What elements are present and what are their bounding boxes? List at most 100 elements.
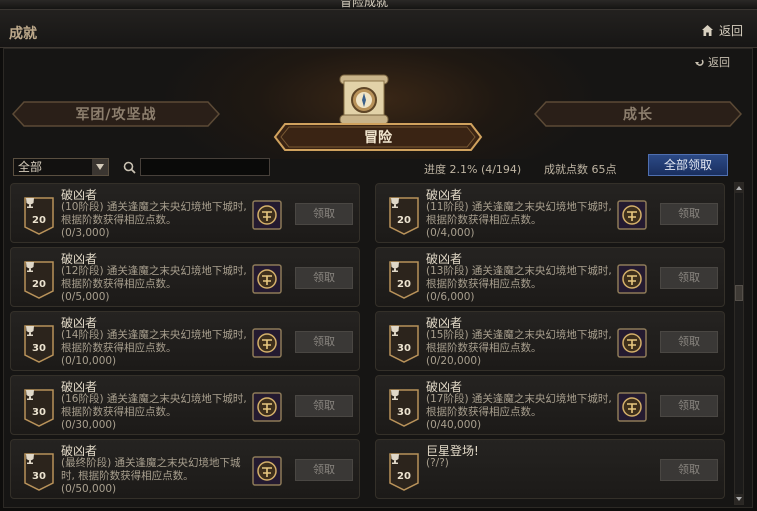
achievement-card: 20 破凶者 (10阶段) 通关逢魔之末央幻境地下城时, 根据阶数获得相应点数。…: [10, 183, 360, 243]
achievement-description: (15阶段) 通关逢魔之末央幻境地下城时, 根据阶数获得相应点数。: [426, 329, 612, 354]
reward-emblem-icon[interactable]: [617, 392, 647, 422]
achievement-description: (16阶段) 通关逢魔之末央幻境地下城时, 根据阶数获得相应点数。: [61, 393, 247, 418]
reward-emblem-icon[interactable]: [252, 456, 282, 486]
achievement-count: (0/30,000): [61, 419, 117, 431]
achievement-card: 30 破凶者 (17阶段) 通关逢魔之末央幻境地下城时, 根据阶数获得相应点数。…: [375, 375, 725, 435]
progress-text: 进度 2.1% (4/194): [424, 163, 522, 176]
achievement-count: (0/50,000): [61, 483, 117, 495]
trophy-icon: [26, 198, 34, 208]
scroll-thumb[interactable]: [735, 285, 743, 301]
page-title: 成就: [9, 26, 37, 42]
scrollbar[interactable]: [734, 182, 744, 505]
point-medal: 20: [24, 197, 54, 235]
achievement-panel: 返回 军团/攻坚战 成长 冒险 全部 进度 2.1% (4/194) 成就点数 …: [3, 48, 753, 508]
claim-button[interactable]: 领取: [660, 395, 718, 417]
trophy-icon: [391, 326, 399, 336]
category-legion-siege[interactable]: 军团/攻坚战: [12, 101, 220, 127]
home-icon: [701, 25, 713, 36]
achievement-list: 20 破凶者 (10阶段) 通关逢魔之末央幻境地下城时, 根据阶数获得相应点数。…: [10, 182, 732, 505]
point-medal: 20: [389, 197, 419, 235]
category-label-center: 冒险: [364, 130, 392, 146]
medal-points: 30: [397, 343, 411, 354]
reward-emblem-icon[interactable]: [252, 264, 282, 294]
achievement-count: (0/6,000): [426, 291, 475, 303]
back-button-sub[interactable]: 返回: [694, 54, 730, 70]
filter-selected-value: 全部: [18, 160, 43, 174]
category-label-left: 军团/攻坚战: [75, 107, 157, 123]
claim-button[interactable]: 领取: [295, 395, 353, 417]
achievement-description: (11阶段) 通关逢魔之末央幻境地下城时, 根据阶数获得相应点数。: [426, 201, 612, 226]
trophy-icon: [391, 198, 399, 208]
achievement-description: (?/?): [426, 457, 449, 469]
achievement-count: (0/40,000): [426, 419, 482, 431]
arrow-down-icon: [736, 497, 742, 501]
medal-points: 20: [32, 215, 46, 226]
scroll-up-button[interactable]: [735, 183, 743, 193]
point-medal: 20: [389, 453, 419, 491]
back-button-top[interactable]: 返回: [701, 22, 743, 39]
category-adventure-active[interactable]: 冒险: [273, 122, 483, 152]
return-arrow-icon: [695, 58, 704, 66]
point-medal: 20: [389, 261, 419, 299]
achievement-card: 20 破凶者 (13阶段) 通关逢魔之末央幻境地下城时, 根据阶数获得相应点数。…: [375, 247, 725, 307]
claim-button[interactable]: 领取: [295, 331, 353, 353]
achievement-card: 20 破凶者 (11阶段) 通关逢魔之末央幻境地下城时, 根据阶数获得相应点数。…: [375, 183, 725, 243]
scroll-compass-emblem-icon: [339, 74, 389, 125]
achievement-count: (0/20,000): [426, 355, 482, 367]
medal-points: 20: [397, 471, 411, 482]
scroll-down-button[interactable]: [735, 494, 743, 504]
search-input[interactable]: [140, 158, 270, 176]
claim-button[interactable]: 领取: [295, 459, 353, 481]
achievement-points-text: 成就点数 65点: [544, 163, 617, 176]
achievement-count: (0/4,000): [426, 227, 475, 239]
point-medal: 30: [24, 389, 54, 427]
reward-emblem-icon[interactable]: [617, 328, 647, 358]
reward-emblem-icon[interactable]: [252, 392, 282, 422]
achievement-card: 30 破凶者 (14阶段) 通关逢魔之末央幻境地下城时, 根据阶数获得相应点数。…: [10, 311, 360, 371]
search-icon: [123, 161, 136, 174]
achievement-count: (0/3,000): [61, 227, 110, 239]
achievement-card: 30 破凶者 (最终阶段) 通关逢魔之末央幻境地下城时, 根据阶数获得相应点数。…: [10, 439, 360, 499]
claim-all-button[interactable]: 全部领取: [648, 154, 728, 176]
window-titlebar: 冒险成就: [0, 0, 757, 10]
trophy-icon: [26, 454, 34, 464]
claim-button[interactable]: 领取: [295, 203, 353, 225]
trophy-icon: [26, 390, 34, 400]
back-label-sub: 返回: [708, 56, 730, 69]
medal-points: 30: [32, 407, 46, 418]
achievement-description: (17阶段) 通关逢魔之末央幻境地下城时, 根据阶数获得相应点数。: [426, 393, 612, 418]
window-title: 冒险成就: [340, 0, 389, 9]
trophy-icon: [391, 262, 399, 272]
achievement-description: (最终阶段) 通关逢魔之末央幻境地下城时, 根据阶数获得相应点数。: [61, 457, 241, 482]
medal-points: 20: [397, 215, 411, 226]
achievement-card: 20 破凶者 (12阶段) 通关逢魔之末央幻境地下城时, 根据阶数获得相应点数。…: [10, 247, 360, 307]
point-medal: 30: [24, 325, 54, 363]
reward-emblem-icon[interactable]: [252, 200, 282, 230]
reward-emblem-icon[interactable]: [252, 328, 282, 358]
category-label-right: 成长: [623, 107, 653, 123]
claim-button[interactable]: 领取: [660, 331, 718, 353]
claim-button[interactable]: 领取: [660, 203, 718, 225]
achievement-card: 20 巨星登场! (?/?) 领取: [375, 439, 725, 499]
category-filter-select[interactable]: 全部: [13, 158, 109, 176]
trophy-icon: [391, 454, 399, 464]
achievement-count: (0/10,000): [61, 355, 117, 367]
claim-button[interactable]: 领取: [295, 267, 353, 289]
claim-button[interactable]: 领取: [660, 267, 718, 289]
achievement-description: (12阶段) 通关逢魔之末央幻境地下城时, 根据阶数获得相应点数。: [61, 265, 247, 290]
point-medal: 30: [389, 325, 419, 363]
point-medal: 30: [389, 389, 419, 427]
reward-emblem-icon[interactable]: [617, 264, 647, 294]
category-growth[interactable]: 成长: [534, 101, 742, 127]
medal-points: 20: [32, 279, 46, 290]
claim-button[interactable]: 领取: [660, 459, 718, 481]
medal-points: 20: [397, 279, 411, 290]
achievement-description: (13阶段) 通关逢魔之末央幻境地下城时, 根据阶数获得相应点数。: [426, 265, 612, 290]
trophy-icon: [26, 262, 34, 272]
achievement-description: (10阶段) 通关逢魔之末央幻境地下城时, 根据阶数获得相应点数。: [61, 201, 247, 226]
achievement-description: (14阶段) 通关逢魔之末央幻境地下城时, 根据阶数获得相应点数。: [61, 329, 247, 354]
achievement-card: 30 破凶者 (16阶段) 通关逢魔之末央幻境地下城时, 根据阶数获得相应点数。…: [10, 375, 360, 435]
reward-emblem-icon[interactable]: [617, 200, 647, 230]
page-header: 成就 返回: [0, 10, 757, 48]
medal-points: 30: [397, 407, 411, 418]
